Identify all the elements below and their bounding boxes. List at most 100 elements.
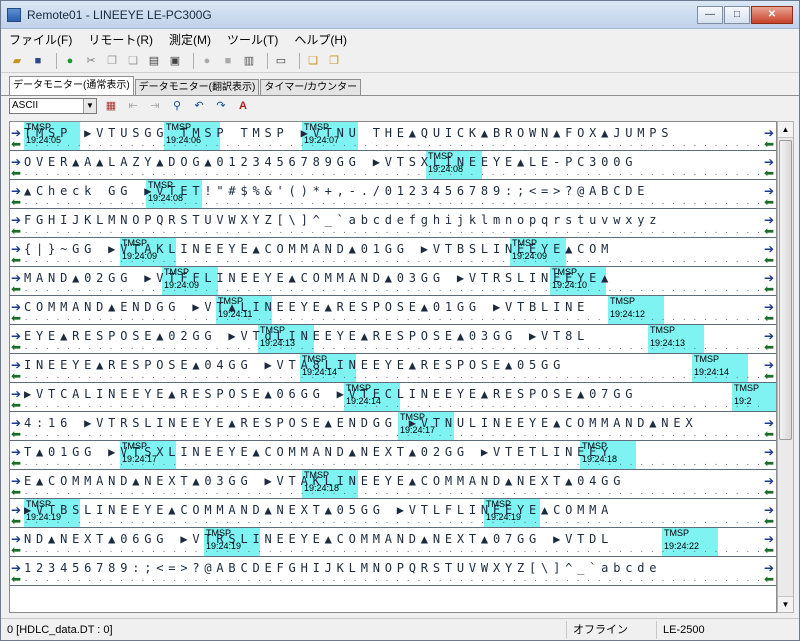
receive-dots: ········································…: [24, 374, 762, 382]
receive-arrow-icon: ⬅: [763, 224, 774, 238]
receive-arrow-icon: ⬅: [763, 514, 774, 528]
window-title: Remote01 - LINEEYE LE-PC300G: [27, 7, 212, 22]
monitor-row-text: OVER▲A▲LAZY▲DOG▲0123456789GG ▶VTSXLINEEY…: [24, 155, 638, 169]
receive-arrow-icon: ⬅: [11, 253, 22, 267]
receive-dots: ········································…: [24, 519, 762, 527]
copy-icon[interactable]: ❐: [104, 53, 120, 69]
receive-arrow-icon: ⬅: [763, 427, 774, 441]
receive-arrow-icon: ⬅: [763, 485, 774, 499]
monitor-row-text: ▲Check GG ▶VTET!"#$%&'()*+,-./0123456789…: [24, 184, 650, 198]
toolbar-divider: [267, 52, 268, 69]
toolbar-divider: [193, 52, 194, 69]
receive-arrow-icon: ⬅: [763, 369, 774, 383]
connect-icon[interactable]: ●: [62, 53, 78, 69]
monitor-row: ➔ ⬅ ➔ ⬅ TMSP 19:24:17 TMSP 19:24:18 T▲01GG ▶VTSX…: [10, 441, 776, 470]
scroll-up-icon[interactable]: ▲: [778, 122, 793, 138]
receive-dots: ········································…: [24, 142, 762, 150]
menu-remote[interactable]: リモート(R): [88, 31, 153, 48]
code-select[interactable]: ASCII ▼: [9, 97, 97, 114]
config-icon[interactable]: ▤: [146, 53, 162, 69]
settings-icon[interactable]: ▦: [103, 98, 119, 114]
print-icon[interactable]: ▥: [241, 53, 257, 69]
receive-arrow-icon: ⬅: [11, 572, 22, 586]
receive-dots: ········································…: [24, 345, 762, 353]
status-mode: オフライン: [567, 620, 657, 639]
maximize-button[interactable]: □: [724, 5, 750, 24]
receive-dots: ········································…: [24, 171, 762, 179]
monitor-row: ➔ ⬅ ➔ ⬅ TMSP 19:24:11 TMSP 19:24:12 COMMAND▲ENDG…: [10, 296, 776, 325]
tab-monitor-translate[interactable]: データモニター(翻訳表示): [134, 79, 260, 95]
font-icon[interactable]: A: [235, 98, 251, 114]
cascade-icon[interactable]: ❏: [305, 53, 321, 69]
timestamp-label: TMSP: [664, 528, 690, 538]
open-folder-icon[interactable]: ▰: [9, 53, 25, 69]
monitor-row-text: EYE▲RESPOSE▲02GG ▶VTdLINEEYE▲RESPOSE▲03G…: [24, 329, 590, 343]
monitor-icon[interactable]: ▣: [167, 53, 183, 69]
menu-measure[interactable]: 測定(M): [169, 31, 211, 48]
monitor-row: ➔ ⬅ ➔ ⬅ TMSP 19:24:05 TMSP 19:24:06 TMSP 19:24:07…: [10, 122, 776, 151]
menu-bar: ファイル(F) リモート(R) 測定(M) ツール(T) ヘルプ(H): [1, 29, 799, 49]
data-monitor-view[interactable]: ➔ ⬅ ➔ ⬅ TMSP 19:24:05 TMSP 19:24:06 TMSP 19:24:07…: [9, 121, 777, 613]
record-icon[interactable]: ●: [199, 53, 215, 69]
toolbar-divider: [299, 52, 300, 69]
save-icon[interactable]: ■: [30, 53, 46, 69]
menu-file[interactable]: ファイル(F): [9, 31, 72, 48]
view-toolbar: ASCII ▼ ▦ ⇤ ⇥ ⚲ ↶ ↷ A: [1, 95, 799, 115]
monitor-row-text: COMMAND▲ENDGG ▶VT▲LINEEYE▲RESPOSE▲01GG ▶…: [24, 300, 590, 314]
receive-arrow-icon: ⬅: [11, 137, 22, 151]
receive-arrow-icon: ⬅: [11, 369, 22, 383]
tab-strip: データモニター(通常表示) データモニター(翻訳表示) タイマー/カウンター: [1, 75, 799, 95]
receive-arrow-icon: ⬅: [763, 253, 774, 267]
monitor-row-text: E▲COMMAND▲NEXT▲03GG ▶VTAKLINEEYE▲COMMAND…: [24, 474, 626, 488]
status-device: LE-2500: [663, 623, 705, 636]
receive-dots: ········································…: [24, 577, 762, 585]
search-next-icon[interactable]: ↷: [213, 98, 229, 114]
timestamp-label: TMSP: [610, 296, 636, 306]
tab-monitor-normal[interactable]: データモニター(通常表示): [9, 76, 134, 95]
receive-arrow-icon: ⬅: [11, 340, 22, 354]
receive-dots: ········································…: [24, 461, 762, 469]
close-button[interactable]: ✕: [751, 5, 793, 24]
monitor-row: ➔ ⬅ ➔ ⬅ TMSP 19:24:08 OVER▲A▲LAZY▲DOG▲01234567…: [10, 151, 776, 180]
stop-icon[interactable]: ■: [220, 53, 236, 69]
tile-icon[interactable]: ❐: [326, 53, 342, 69]
receive-arrow-icon: ⬅: [11, 427, 22, 441]
receive-arrow-icon: ⬅: [11, 398, 22, 412]
monitor-row: ➔ ⬅ ➔ ⬅ FGHIJKLMNOPQRSTUVWXYZ[\]^_`abcdefghi…: [10, 209, 776, 238]
minimize-button[interactable]: —: [697, 5, 723, 24]
monitor-row-text: 4:16 ▶VTRSLINEEYE▲RESPOSE▲ENDGG ▶VTNULIN…: [24, 416, 698, 430]
monitor-row-text: 123456789:;<=>?@ABCDEFGHIJKLMNOPQRSTUVWX…: [24, 561, 662, 575]
receive-arrow-icon: ⬅: [763, 137, 774, 151]
main-toolbar: ▰ ■ ● ✂ ❐ ❏ ▤ ▣ ● ■ ▥ ▭ ❏ ❐: [1, 49, 799, 73]
vertical-scrollbar[interactable]: ▲ ▼: [777, 121, 794, 613]
receive-arrow-icon: ⬅: [11, 224, 22, 238]
search-prev-icon[interactable]: ↶: [191, 98, 207, 114]
receive-dots: ········································…: [24, 287, 762, 295]
receive-dots: ········································…: [24, 432, 762, 440]
monitor-row-text: ▶VTCALINEEYE▲RESPOSE▲06GG ▶VTECLINEEYE▲R…: [24, 387, 638, 401]
receive-arrow-icon: ⬅: [763, 195, 774, 209]
search-icon[interactable]: ⚲: [169, 98, 185, 114]
monitor-row: ➔ ⬅ ➔ ⬅ 123456789:;<=>?@ABCDEFGHIJKLMNOPQRST…: [10, 557, 776, 586]
disconnect-icon[interactable]: ✂: [83, 53, 99, 69]
receive-dots: ········································…: [24, 229, 762, 237]
timestamp-label: TMSP: [734, 383, 760, 393]
scroll-thumb[interactable]: [779, 140, 792, 440]
app-icon: [7, 7, 21, 22]
receive-arrow-icon: ⬅: [11, 311, 22, 325]
next-marker-icon[interactable]: ⇥: [147, 98, 163, 114]
monitor-row-text: MAND▲02GG ▶VTFFLINEEYE▲COMMAND▲03GG ▶VTR…: [24, 271, 614, 285]
receive-arrow-icon: ⬅: [763, 282, 774, 296]
tab-timer-counter[interactable]: タイマー/カウンター: [260, 79, 362, 95]
toolbar-divider: [56, 52, 57, 69]
status-bar: 0 [HDLC_data.DT : 0] オフライン LE-2500: [1, 618, 799, 640]
paste-icon[interactable]: ❏: [125, 53, 141, 69]
monitor-row: ➔ ⬅ ➔ ⬅ TMSP 19:24:18 E▲COMMAND▲NEXT▲03GG ▶VTA…: [10, 470, 776, 499]
menu-tools[interactable]: ツール(T): [227, 31, 278, 48]
scroll-down-icon[interactable]: ▼: [778, 596, 793, 612]
window-icon[interactable]: ▭: [273, 53, 289, 69]
menu-help[interactable]: ヘルプ(H): [294, 31, 347, 48]
prev-marker-icon[interactable]: ⇤: [125, 98, 141, 114]
receive-dots: ········································…: [24, 490, 762, 498]
monitor-row-text: TMSP ▶VTUSGG TMSP TMSP ▶VTNU THE▲QUICK▲B…: [24, 126, 674, 140]
